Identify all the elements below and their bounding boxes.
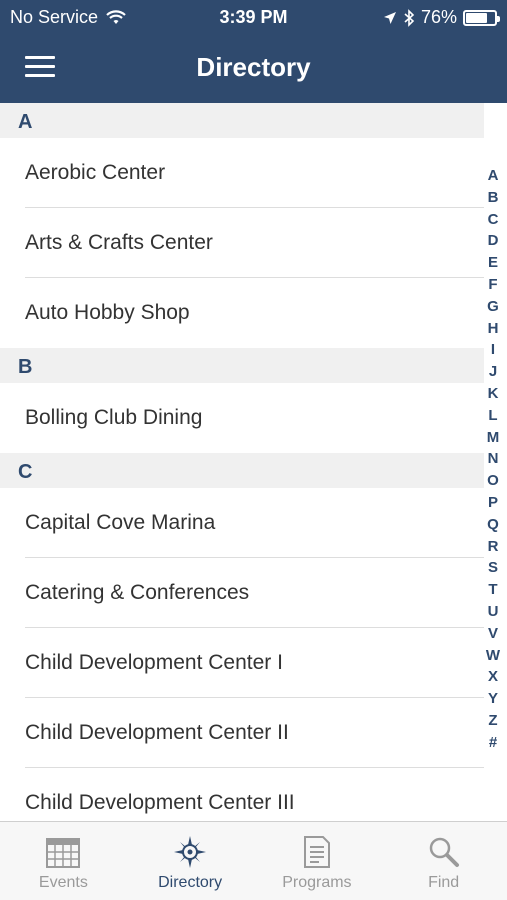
status-bar: No Service 3:39 PM 76% (0, 0, 507, 36)
section-header-a: A (0, 103, 484, 138)
location-arrow-icon (383, 11, 396, 24)
index-letter[interactable]: U (488, 601, 499, 623)
calendar-icon (46, 838, 81, 868)
index-letter[interactable]: V (488, 623, 498, 645)
tab-directory[interactable]: Directory (127, 822, 254, 900)
index-letter[interactable]: S (488, 557, 498, 579)
list-item[interactable]: Capital Cove Marina (0, 488, 484, 558)
index-letter[interactable]: N (488, 448, 499, 470)
list-item[interactable]: Aerobic Center (0, 138, 484, 208)
index-letter[interactable]: L (488, 405, 497, 427)
index-letter[interactable]: O (487, 470, 499, 492)
index-letter[interactable]: D (488, 230, 499, 252)
index-letter[interactable]: Z (488, 710, 497, 732)
index-letter[interactable]: I (491, 339, 495, 361)
page-title: Directory (196, 52, 311, 82)
list-item[interactable]: Child Development Center III (0, 768, 484, 821)
section-header-b: B (0, 348, 484, 383)
index-letter[interactable]: A (488, 165, 499, 187)
index-letter[interactable]: E (488, 252, 498, 274)
index-letter[interactable]: W (486, 645, 500, 667)
index-letter[interactable]: # (489, 732, 497, 754)
index-letter[interactable]: K (488, 383, 499, 405)
tab-label: Programs (282, 874, 352, 891)
tab-label: Directory (158, 874, 223, 891)
tab-bar: Events Directory Programs Find (0, 821, 507, 900)
index-letter[interactable]: Q (487, 514, 499, 536)
search-icon (429, 837, 459, 867)
index-letter[interactable]: Y (488, 688, 498, 710)
index-letter[interactable]: J (489, 361, 497, 383)
list-item[interactable]: Child Development Center II (0, 698, 484, 768)
index-letter[interactable]: B (488, 187, 499, 209)
app-header: No Service 3:39 PM 76% Directory (0, 0, 507, 103)
tab-events[interactable]: Events (0, 822, 127, 900)
tab-label: Find (428, 874, 460, 891)
list-item[interactable]: Arts & Crafts Center (0, 208, 484, 278)
list-item[interactable]: Child Development Center I (0, 628, 484, 698)
document-icon (303, 836, 330, 868)
list-item[interactable]: Catering & Conferences (0, 558, 484, 628)
index-letter[interactable]: P (488, 492, 498, 514)
tab-programs[interactable]: Programs (254, 822, 381, 900)
directory-list[interactable]: A Aerobic Center Arts & Crafts Center Auto … (0, 103, 507, 821)
battery-percent: 76% (420, 7, 457, 27)
tab-find[interactable]: Find (380, 822, 507, 900)
list-item[interactable]: Bolling Club Dining (0, 383, 484, 453)
index-letter[interactable]: R (488, 536, 499, 558)
index-letter[interactable]: X (488, 666, 498, 688)
index-letter[interactable]: H (488, 318, 499, 340)
index-letter[interactable]: C (488, 209, 499, 231)
index-letter[interactable]: M (487, 427, 500, 449)
index-letter[interactable]: F (488, 274, 497, 296)
tab-label: Events (38, 874, 88, 891)
alphabet-index[interactable]: A B C D E F G H I J K L M N O P Q R S T U V W X Y Z # (484, 165, 502, 754)
section-header-c: C (0, 453, 484, 488)
bluetooth-icon (404, 8, 415, 27)
list-item[interactable]: Auto Hobby Shop (0, 278, 484, 348)
compass-icon (174, 836, 207, 868)
index-letter[interactable]: T (488, 579, 497, 601)
battery-icon (463, 9, 500, 26)
index-letter[interactable]: G (487, 296, 499, 318)
